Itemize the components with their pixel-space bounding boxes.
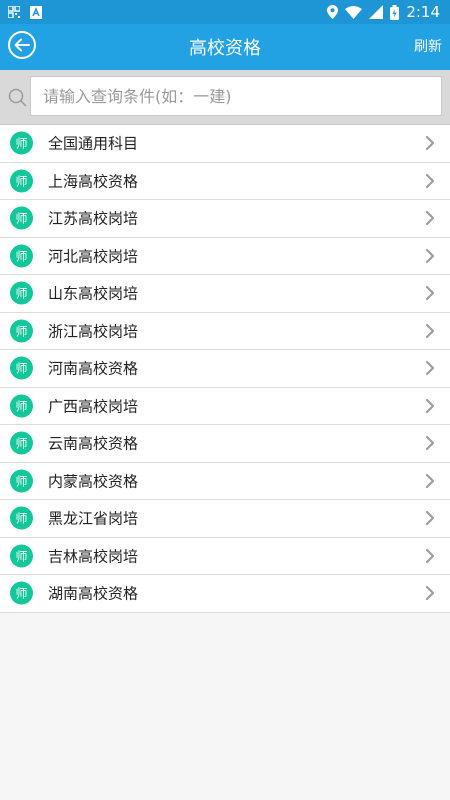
chevron-right-icon <box>425 511 435 526</box>
battery-icon <box>390 4 400 20</box>
teacher-badge-icon: 师 <box>10 356 33 380</box>
chevron-right-icon <box>425 361 435 376</box>
status-bar: 2:14 <box>0 0 450 24</box>
status-time: 2:14 <box>406 3 440 21</box>
back-button[interactable] <box>6 29 38 61</box>
search-input[interactable] <box>30 76 442 116</box>
list-item-label: 河南高校资格 <box>48 359 139 378</box>
list-item[interactable]: 师江苏高校岗培 <box>0 200 450 238</box>
list-item-label: 全国通用科目 <box>48 134 139 153</box>
list-item-label: 云南高校资格 <box>48 434 139 453</box>
teacher-badge-icon: 师 <box>10 206 33 230</box>
teacher-badge-icon: 师 <box>10 506 33 530</box>
signal-icon <box>369 5 384 19</box>
chevron-right-icon <box>425 211 435 226</box>
teacher-badge-icon: 师 <box>10 319 33 343</box>
list-item-label: 吉林高校岗培 <box>48 547 139 566</box>
location-icon <box>327 5 339 19</box>
list-item[interactable]: 师山东高校岗培 <box>0 275 450 313</box>
search-bar <box>0 70 450 125</box>
category-list: 师全国通用科目师上海高校资格师江苏高校岗培师河北高校岗培师山东高校岗培师浙江高校… <box>0 125 450 613</box>
list-item[interactable]: 师上海高校资格 <box>0 162 450 200</box>
teacher-badge-icon: 师 <box>10 581 33 605</box>
list-item[interactable]: 师云南高校资格 <box>0 425 450 463</box>
chevron-right-icon <box>425 473 435 488</box>
app-bar: 高校资格 刷新 <box>0 24 450 70</box>
chevron-right-icon <box>425 398 435 413</box>
chevron-right-icon <box>425 323 435 338</box>
teacher-badge-icon: 师 <box>10 131 33 155</box>
list-item[interactable]: 师河北高校岗培 <box>0 237 450 275</box>
chevron-right-icon <box>425 436 435 451</box>
chevron-right-icon <box>425 286 435 301</box>
refresh-button[interactable]: 刷新 <box>414 36 442 56</box>
list-item-label: 湖南高校资格 <box>48 584 139 603</box>
list-item-label: 黑龙江省岗培 <box>48 509 139 528</box>
chevron-right-icon <box>425 136 435 151</box>
qr-icon <box>8 6 20 18</box>
wifi-icon <box>345 5 363 19</box>
list-item[interactable]: 师吉林高校岗培 <box>0 537 450 575</box>
chevron-right-icon <box>425 548 435 563</box>
list-item-label: 上海高校资格 <box>48 172 139 191</box>
list-item[interactable]: 师湖南高校资格 <box>0 575 450 613</box>
list-item-label: 广西高校岗培 <box>48 397 139 416</box>
list-item-label: 河北高校岗培 <box>48 247 139 266</box>
list-item-label: 江苏高校岗培 <box>48 209 139 228</box>
teacher-badge-icon: 师 <box>10 394 33 418</box>
list-item[interactable]: 师全国通用科目 <box>0 125 450 163</box>
teacher-badge-icon: 师 <box>10 244 33 268</box>
list-item-label: 内蒙高校资格 <box>48 472 139 491</box>
list-item-label: 山东高校岗培 <box>48 284 139 303</box>
list-item[interactable]: 师河南高校资格 <box>0 350 450 388</box>
list-item[interactable]: 师浙江高校岗培 <box>0 312 450 350</box>
sim-icon <box>30 5 42 19</box>
chevron-right-icon <box>425 173 435 188</box>
list-item[interactable]: 师广西高校岗培 <box>0 387 450 425</box>
teacher-badge-icon: 师 <box>10 469 33 493</box>
teacher-badge-icon: 师 <box>10 281 33 305</box>
chevron-right-icon <box>425 248 435 263</box>
teacher-badge-icon: 师 <box>10 431 33 455</box>
list-item-label: 浙江高校岗培 <box>48 322 139 341</box>
list-item[interactable]: 师内蒙高校资格 <box>0 462 450 500</box>
page-title: 高校资格 <box>189 38 261 59</box>
teacher-badge-icon: 师 <box>10 544 33 568</box>
back-arrow-icon <box>8 31 36 59</box>
chevron-right-icon <box>425 586 435 601</box>
teacher-badge-icon: 师 <box>10 169 33 193</box>
search-icon <box>8 88 27 107</box>
list-item[interactable]: 师黑龙江省岗培 <box>0 500 450 538</box>
